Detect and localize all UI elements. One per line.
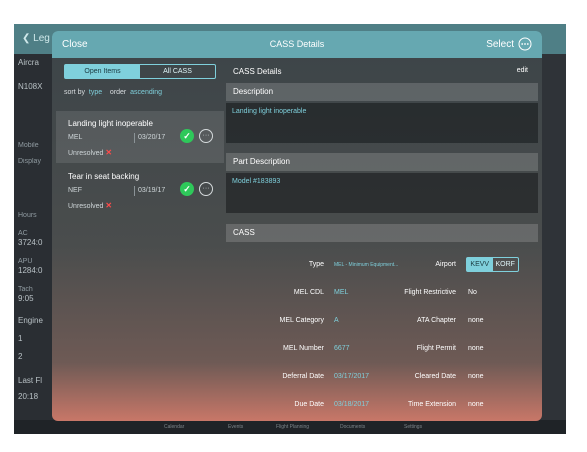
field-label: Due Date: [294, 401, 324, 408]
sort-label: sort by: [64, 89, 86, 96]
mel-cdl-value[interactable]: MEL: [334, 289, 348, 296]
resolve-check-icon[interactable]: ✓: [180, 182, 194, 196]
field-label: MEL CDL: [293, 289, 324, 296]
list-filter-segment: Open Items All CASS: [64, 64, 216, 79]
item-status: Unresolved ✕: [68, 201, 112, 210]
item-status-label: Unresolved: [68, 150, 104, 157]
list-item[interactable]: Landing light inoperable MEL 03/20/17 Un…: [56, 111, 224, 163]
sort-controls: sort by type order ascending: [64, 89, 162, 96]
field-label: Airport: [435, 261, 456, 268]
x-icon: ✕: [105, 148, 113, 157]
field-label: Cleared Date: [414, 373, 456, 380]
background-back-link: ❮ Leg: [22, 33, 50, 44]
select-button[interactable]: Select: [486, 39, 514, 50]
part-description-header: Part Description: [226, 153, 538, 171]
due-date-value[interactable]: 03/18/2017: [334, 401, 369, 408]
airport-option-kevv[interactable]: KEVV: [467, 258, 493, 271]
modal-title: CASS Details: [269, 39, 325, 49]
details-panel: CASS Details edit Description Landing li…: [226, 61, 538, 419]
list-item[interactable]: Tear in seat backing NEF 03/19/17 Unreso…: [56, 164, 224, 216]
details-header: CASS Details edit: [226, 63, 538, 81]
field-label: MEL Number: [283, 345, 324, 352]
background-back-label: Leg: [33, 33, 50, 44]
tab-all-cass[interactable]: All CASS: [140, 65, 215, 78]
airport-option-korf[interactable]: KORF: [493, 258, 519, 271]
field-label: Type: [308, 261, 324, 268]
bg-tab-label: Events: [228, 424, 244, 430]
cass-header: CASS: [226, 224, 538, 242]
order-value-link[interactable]: ascending: [130, 89, 162, 96]
order-label: order: [109, 89, 127, 96]
time-extension-value[interactable]: none: [468, 401, 484, 408]
item-more-icon[interactable]: ···: [199, 182, 213, 196]
item-type: MEL: [68, 134, 83, 141]
more-options-icon[interactable]: [518, 37, 532, 51]
ata-chapter-value[interactable]: none: [468, 317, 484, 324]
item-title: Landing light inoperable: [68, 119, 153, 128]
item-status: Unresolved ✕: [68, 148, 112, 157]
part-description-field[interactable]: Model #183893: [226, 173, 538, 213]
field-label: Flight Restrictive: [404, 289, 456, 296]
sort-value-link[interactable]: type: [89, 89, 102, 96]
flight-restrictive-value[interactable]: No: [468, 289, 477, 296]
details-title: CASS Details: [233, 67, 282, 76]
airport-toggle: KEVV KORF: [466, 257, 519, 272]
item-date: 03/19/17: [138, 187, 166, 194]
item-title: Tear in seat backing: [68, 172, 140, 181]
description-header: Description: [226, 83, 538, 101]
item-type: NEF: [68, 187, 82, 194]
item-more-icon[interactable]: ···: [199, 129, 213, 143]
modal-header: Close CASS Details Select: [52, 31, 542, 58]
item-status-label: Unresolved: [68, 203, 104, 210]
resolve-check-icon[interactable]: ✓: [180, 129, 194, 143]
bg-tab-label: Settings: [404, 424, 423, 430]
mel-number-value[interactable]: 6677: [334, 345, 350, 352]
field-label: Time Extension: [408, 401, 456, 408]
field-label: ATA Chapter: [416, 317, 456, 324]
bg-tab-label: Documents: [340, 424, 366, 430]
cleared-date-value[interactable]: none: [468, 373, 484, 380]
field-label: Flight Permit: [416, 345, 456, 352]
divider: [134, 186, 135, 196]
description-field[interactable]: Landing light inoperable: [226, 103, 538, 143]
tab-open-items[interactable]: Open Items: [65, 65, 140, 78]
edit-button[interactable]: edit: [517, 67, 528, 74]
cass-details-modal: Close CASS Details Select Open Items All…: [52, 31, 542, 421]
item-date: 03/20/17: [138, 134, 166, 141]
field-label: Deferral Date: [282, 373, 324, 380]
device-screen: ❮ Leg Aircra N108X Mobile Display Hours …: [14, 24, 566, 434]
x-icon: ✕: [105, 201, 113, 210]
field-label: MEL Category: [279, 317, 324, 324]
mel-category-value[interactable]: A: [334, 317, 339, 324]
bg-tab-label: Flight Planning: [276, 424, 310, 430]
bg-tab-label: Calendar: [164, 424, 185, 430]
flight-permit-value[interactable]: none: [468, 345, 484, 352]
divider: [134, 133, 135, 143]
deferral-date-value[interactable]: 03/17/2017: [334, 373, 369, 380]
